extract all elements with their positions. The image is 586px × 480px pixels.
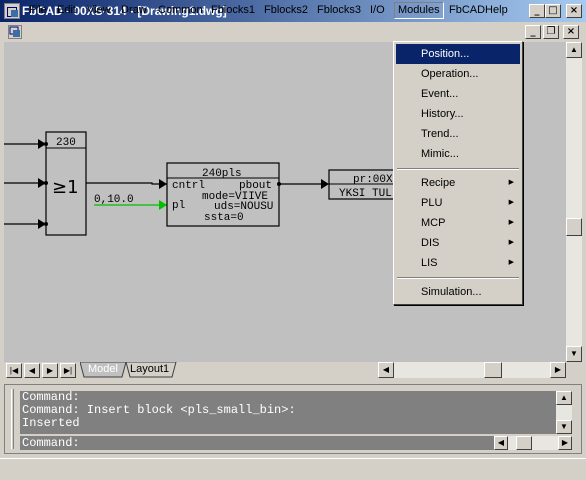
output-block-line1: pr:00X — [353, 174, 393, 186]
command-vscroll[interactable]: ▲ ▼ — [556, 391, 572, 434]
pls-input-pl: pl — [172, 200, 185, 212]
hscroll-thumb[interactable] — [484, 362, 502, 378]
scroll-left-button[interactable]: ◀ — [378, 362, 394, 378]
menu-item-label: Recipe — [421, 177, 456, 189]
menu-item-mimic[interactable]: Mimic... — [396, 144, 520, 164]
menu-separator — [397, 277, 519, 279]
close-button[interactable]: × — [566, 4, 582, 18]
scroll-right-button[interactable]: ▶ — [550, 362, 566, 378]
junction-dot — [277, 182, 281, 186]
submenu-arrow-icon: ▶ — [508, 259, 514, 266]
or-block-symbol: ≥1 — [52, 177, 79, 198]
menu-item-operation[interactable]: Operation... — [396, 64, 520, 84]
menu-fblocks1[interactable]: Fblocks1 — [208, 2, 258, 19]
menu-io[interactable]: I/O — [367, 2, 388, 19]
tab-last-button[interactable]: ▶| — [60, 363, 76, 378]
doc-close-button[interactable]: × — [563, 25, 579, 39]
menu-item-dis[interactable]: DIS ▶ — [396, 233, 520, 253]
menu-item-lis[interactable]: LIS ▶ — [396, 253, 520, 273]
maximize-button[interactable]: □ — [545, 4, 561, 18]
menu-item-label: MCP — [421, 217, 446, 229]
pl-arrow — [159, 200, 167, 210]
submenu-arrow-icon: ▶ — [508, 199, 514, 206]
tab-next-button[interactable]: ▶ — [42, 363, 58, 378]
tab-first-button[interactable]: |◀ — [6, 363, 22, 378]
menu-item-label: LIS — [421, 257, 438, 269]
pls-input-cntrl: cntrl — [172, 180, 205, 192]
menu-bar — [0, 22, 586, 42]
menu-item-recipe[interactable]: Recipe ▶ — [396, 173, 520, 193]
submenu-arrow-icon: ▶ — [508, 239, 514, 246]
status-bar — [0, 458, 586, 480]
cmd-scroll-up-button[interactable]: ▲ — [556, 391, 572, 405]
menu-item-trend[interactable]: Trend... — [396, 124, 520, 144]
submenu-arrow-icon: ▶ — [508, 179, 514, 186]
modules-dropdown-menu: Position... Operation... Event... Histor… — [393, 41, 523, 305]
command-hscroll[interactable]: ◀ ▶ — [494, 436, 572, 450]
or-block-number: 230 — [56, 137, 76, 149]
scroll-up-button[interactable]: ▲ — [566, 42, 582, 58]
junction-dot — [44, 222, 48, 226]
menu-separator — [397, 168, 519, 170]
history-line: Inserted — [22, 416, 80, 430]
menu-view[interactable]: View — [84, 2, 114, 19]
menu-item-position[interactable]: Position... — [396, 44, 520, 64]
menu-fblocks2[interactable]: Fblocks2 — [261, 2, 311, 19]
tab-prev-button[interactable]: ◀ — [24, 363, 40, 378]
layout-tab-bar: |◀ ◀ ▶ ▶| Model Layout1 ◀ ▶ — [4, 362, 582, 378]
command-history: Command: Command: Insert block <pls_smal… — [20, 391, 556, 434]
junction-dot — [44, 142, 48, 146]
out-arrow — [321, 179, 329, 189]
doc-restore-button[interactable]: ❐ — [543, 25, 559, 39]
cntrl-arrow — [159, 179, 167, 189]
cmd-scroll-left-button[interactable]: ◀ — [494, 436, 508, 450]
submenu-arrow-icon: ▶ — [508, 219, 514, 226]
junction-dot — [44, 181, 48, 185]
menu-item-label: PLU — [421, 197, 443, 209]
pls-block-title: 240pls — [202, 168, 242, 180]
doc-minimize-button[interactable]: _ — [525, 25, 541, 39]
pls-param-ssta: ssta=0 — [204, 212, 244, 224]
wire-or-to-cntrl[interactable] — [86, 182, 167, 185]
minimize-button[interactable]: _ — [529, 4, 545, 18]
cmd-hscroll-thumb[interactable] — [516, 436, 532, 450]
scroll-thumb[interactable] — [566, 218, 582, 236]
menu-fblocks3[interactable]: Fblocks3 — [314, 2, 364, 19]
cmd-scroll-right-button[interactable]: ▶ — [558, 436, 572, 450]
menu-item-simulation[interactable]: Simulation... — [396, 282, 520, 302]
tab-layout1[interactable]: Layout1 — [130, 363, 169, 375]
command-input[interactable]: Command: — [20, 436, 494, 450]
tab-model[interactable]: Model — [88, 363, 118, 375]
menu-common[interactable]: Common — [155, 2, 206, 19]
cmd-scroll-down-button[interactable]: ▼ — [556, 420, 572, 434]
signal-value-label: 0,10.0 — [94, 194, 134, 206]
horizontal-scrollbar[interactable]: ◀ ▶ — [378, 362, 566, 378]
menu-item-plu[interactable]: PLU ▶ — [396, 193, 520, 213]
output-block-line2: YKSI TUL — [339, 188, 392, 200]
menu-item-event[interactable]: Event... — [396, 84, 520, 104]
menu-modules[interactable]: Modules — [394, 2, 444, 19]
menu-item-history[interactable]: History... — [396, 104, 520, 124]
menu-item-label: DIS — [421, 237, 440, 249]
history-line: Command: Insert block <pls_small_bin>: — [22, 403, 296, 417]
document-icon[interactable] — [8, 25, 22, 39]
scroll-down-button[interactable]: ▼ — [566, 346, 582, 362]
menu-file[interactable]: File — [26, 2, 50, 19]
vertical-scrollbar[interactable]: ▲ ▼ — [566, 42, 582, 362]
menu-fbcadhelp[interactable]: FbCADHelp — [446, 2, 511, 19]
command-grip[interactable] — [11, 389, 14, 449]
menu-draw[interactable]: Draw — [118, 2, 150, 19]
menu-item-mcp[interactable]: MCP ▶ — [396, 213, 520, 233]
menu-edit[interactable]: Edit — [54, 2, 79, 19]
app-icon[interactable] — [4, 3, 20, 19]
